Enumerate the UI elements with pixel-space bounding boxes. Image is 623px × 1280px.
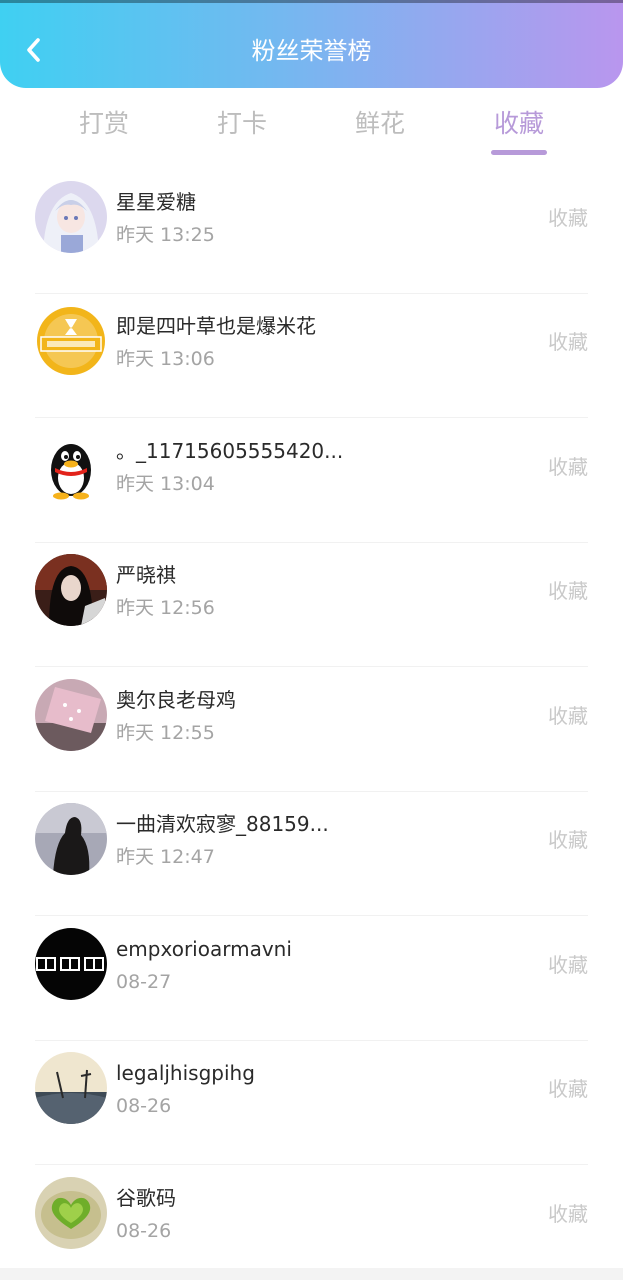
tab-checkin[interactable]: 打卡 [197,106,287,142]
action-label: 收藏 [548,330,588,354]
fan-name: 星星爱糖 [116,190,196,214]
list-item[interactable]: empxorioarmavni 08-27 收藏 [0,917,623,1041]
tab-flowers[interactable]: 鲜花 [335,106,425,142]
fan-name: 。_11715605555420... [116,439,344,463]
list-item[interactable]: 。_11715605555420... 昨天 13:04 收藏 [0,419,623,543]
fan-time: 昨天 12:56 [116,597,215,619]
app-screen: 粉丝荣誉榜 打赏 打卡 鲜花 收藏 星星爱糖 昨天 13:25 收藏 即是四叶草… [0,0,623,1280]
active-tab-indicator [491,150,547,155]
dark-portrait-avatar-icon [35,554,107,626]
list-item[interactable]: 即是四叶草也是爆米花 昨天 13:06 收藏 [0,294,623,418]
silhouette-avatar-icon [35,803,107,875]
action-label: 收藏 [548,1077,588,1101]
action-label: 收藏 [548,579,588,603]
fan-time: 昨天 12:55 [116,722,215,744]
action-label: 收藏 [548,704,588,728]
text-logo-avatar-icon [35,928,107,1000]
fan-time: 08-26 [116,1095,172,1117]
green-heart-avatar-icon [35,1177,107,1249]
list-item[interactable]: 星星爱糖 昨天 13:25 收藏 [0,170,623,294]
avatar [35,305,107,377]
row-divider [35,1164,588,1165]
list-item[interactable]: 奥尔良老母鸡 昨天 12:55 收藏 [0,668,623,792]
fan-time: 昨天 13:06 [116,348,215,370]
avatar [35,803,107,875]
qq-penguin-avatar-icon [35,430,107,502]
header-bar: 粉丝荣誉榜 [0,0,623,88]
fan-name: 严晓祺 [116,563,176,587]
tab-bar: 打赏 打卡 鲜花 收藏 [0,100,623,164]
action-label: 收藏 [548,206,588,230]
avatar [35,554,107,626]
fan-time: 08-26 [116,1220,172,1242]
fan-time: 08-27 [116,971,172,993]
action-label: 收藏 [548,828,588,852]
row-divider [35,417,588,418]
fan-name: empxorioarmavni [116,937,292,961]
list-item[interactable]: 一曲清欢寂寥_88159... 昨天 12:47 收藏 [0,792,623,916]
row-divider [35,915,588,916]
action-label: 收藏 [548,455,588,479]
fan-name: 奥尔良老母鸡 [116,688,236,712]
anime-girl-avatar-icon [35,181,107,253]
avatar [35,928,107,1000]
avatar [35,1177,107,1249]
avatar [35,181,107,253]
pink-photo-avatar-icon [35,679,107,751]
page-title: 粉丝荣誉榜 [251,37,372,65]
avatar [35,1052,107,1124]
status-bar-edge [0,0,623,3]
tfboys-logo-avatar-icon [35,305,107,377]
list-item[interactable]: legaljhisgpihg 08-26 收藏 [0,1041,623,1165]
list-item[interactable]: 严晓祺 昨天 12:56 收藏 [0,543,623,667]
landscape-avatar-icon [35,1052,107,1124]
bottom-edge [0,1268,623,1280]
tab-reward[interactable]: 打赏 [59,106,149,142]
fan-name: 一曲清欢寂寥_88159... [116,812,329,836]
list-item[interactable]: 谷歌码 08-26 收藏 [0,1166,623,1280]
row-divider [35,666,588,667]
fan-time: 昨天 13:25 [116,224,215,246]
action-label: 收藏 [548,953,588,977]
action-label: 收藏 [548,1202,588,1226]
fan-time: 昨天 13:04 [116,473,215,495]
tab-favorites[interactable]: 收藏 [474,106,564,142]
avatar [35,430,107,502]
fan-name: legaljhisgpihg [116,1061,255,1085]
fan-time: 昨天 12:47 [116,846,215,868]
fan-name: 谷歌码 [116,1186,176,1210]
avatar [35,679,107,751]
fan-name: 即是四叶草也是爆米花 [116,314,316,338]
